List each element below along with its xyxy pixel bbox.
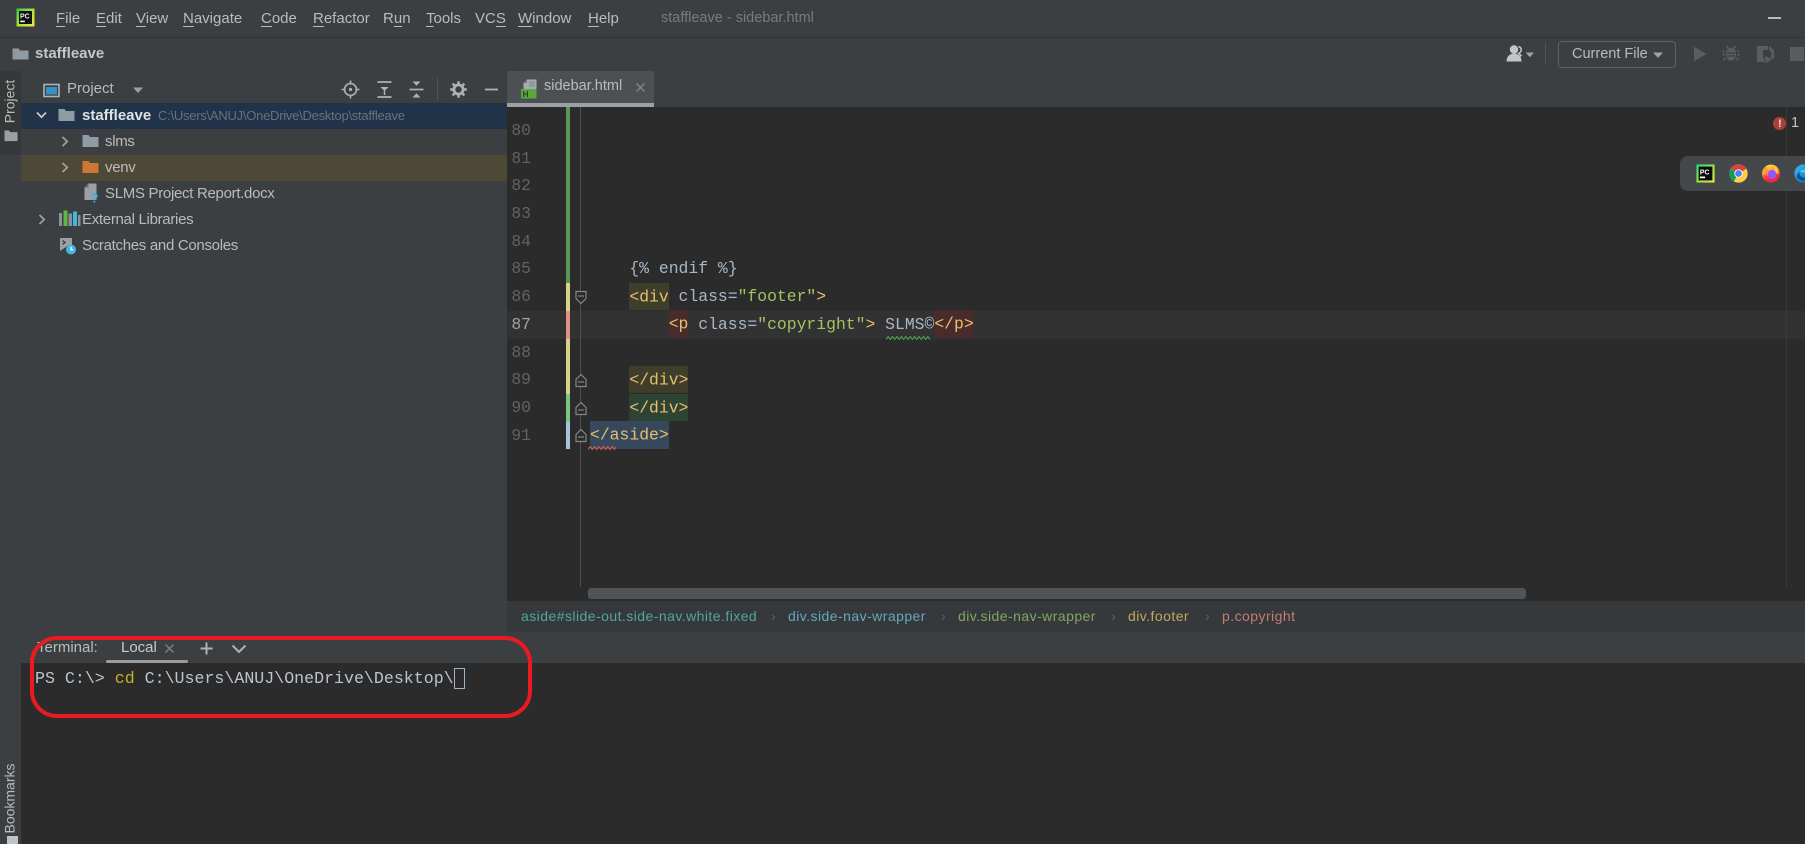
- svg-text:PC: PC: [20, 14, 30, 21]
- svg-text:?: ?: [91, 191, 99, 204]
- svg-text:PC: PC: [1700, 169, 1710, 176]
- svg-text:H: H: [523, 89, 529, 99]
